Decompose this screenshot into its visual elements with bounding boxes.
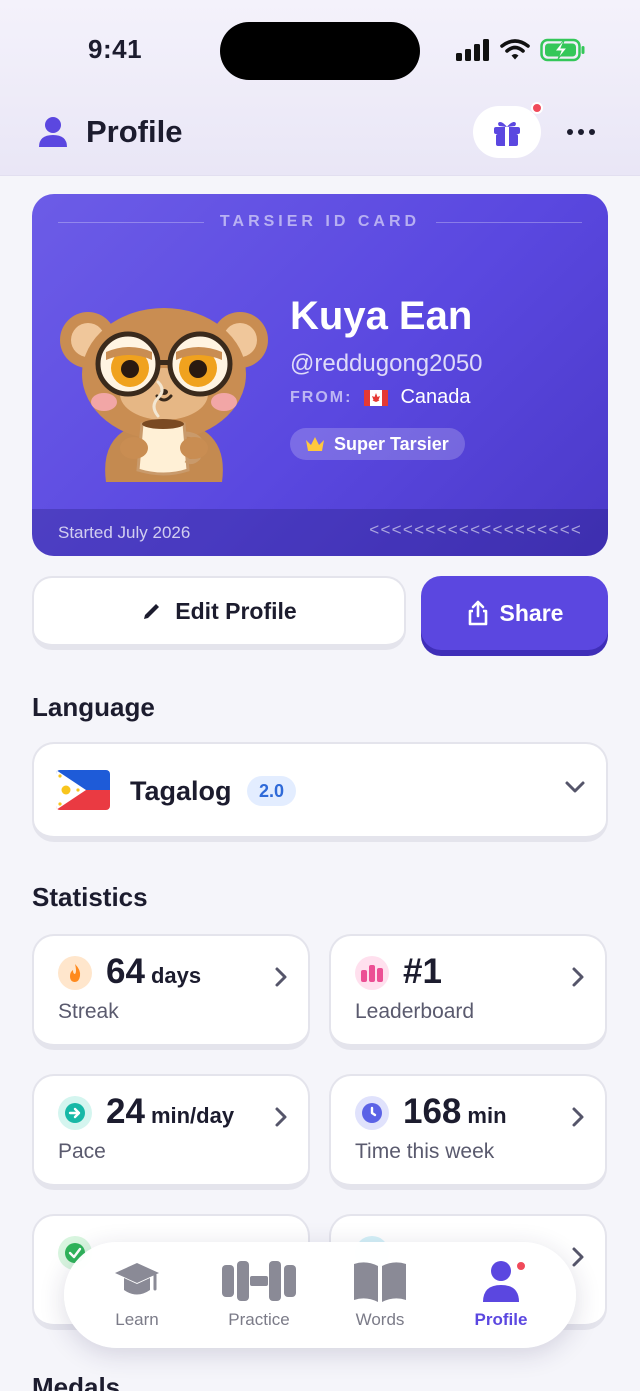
country-name: Canada: [400, 386, 471, 408]
machine-readable-zone: <<<<<<<<<<<<<<<<<<<: [369, 522, 582, 541]
cellular-signal-icon: [456, 39, 489, 61]
stat-number: 64: [106, 952, 145, 991]
notification-dot: [515, 1260, 527, 1272]
page-title: Profile: [86, 114, 183, 149]
from-label: FROM:: [290, 388, 353, 406]
arrow-right-circle-icon: [58, 1096, 92, 1130]
medals-section-title: Medals: [32, 1372, 121, 1391]
clock-icon: [355, 1096, 389, 1130]
canada-flag-icon: [364, 389, 389, 406]
stat-number: 168: [403, 1092, 462, 1131]
stat-label: Streak: [58, 1000, 119, 1023]
stat-number: #1: [403, 952, 442, 991]
stat-card-streak[interactable]: 64 days Streak: [32, 934, 310, 1050]
id-card-title: TARSIER ID CARD: [219, 213, 421, 230]
stat-card-pace[interactable]: 24 min/day Pace: [32, 1074, 310, 1190]
more-dot-icon: [578, 129, 584, 135]
header: Profile: [0, 100, 640, 166]
tab-learn[interactable]: Learn: [82, 1256, 192, 1336]
tier-badge: Super Tarsier: [290, 428, 465, 460]
tarsier-mascot-icon: [60, 308, 268, 482]
dynamic-island: [220, 22, 420, 80]
chevron-down-icon: [565, 781, 585, 793]
battery-charging-icon: [540, 38, 585, 62]
bottom-tab-bar: Learn Practice Words Profile: [64, 1242, 576, 1348]
tab-practice[interactable]: Practice: [204, 1256, 314, 1336]
philippines-flag-icon: [56, 770, 110, 810]
chevron-right-icon: [275, 1107, 287, 1127]
stat-label: Leaderboard: [355, 1000, 475, 1023]
tab-label: Practice: [228, 1310, 290, 1329]
gift-icon: [494, 121, 520, 146]
stat-number: 24: [106, 1092, 145, 1131]
tab-label: Profile: [474, 1310, 528, 1329]
crown-icon: [306, 437, 324, 451]
profile-username: @reddugong2050: [290, 350, 483, 377]
tier-label: Super Tarsier: [334, 433, 449, 454]
flame-icon: [58, 956, 92, 990]
more-options-button[interactable]: [562, 114, 600, 150]
divider: [58, 221, 204, 223]
pencil-icon: [144, 604, 160, 619]
chevron-right-icon: [572, 1247, 584, 1267]
edit-profile-button[interactable]: Edit Profile: [32, 576, 406, 650]
stat-label: Time this week: [355, 1140, 495, 1163]
more-dot-icon: [567, 129, 573, 135]
id-card-header: TARSIER ID CARD: [58, 212, 582, 232]
status-bar: 9:41: [0, 0, 640, 100]
graduation-cap-icon: [113, 1256, 161, 1306]
language-selector[interactable]: Tagalog 2.0: [32, 742, 608, 842]
chevron-right-icon: [572, 967, 584, 987]
language-name: Tagalog: [130, 776, 232, 806]
stat-value: 168 min: [403, 1092, 507, 1132]
country-row: FROM: Canada: [290, 386, 471, 409]
stat-unit: min/day: [150, 1103, 235, 1128]
stat-value: #1: [403, 952, 448, 992]
notification-dot: [531, 102, 543, 114]
stat-card-leaderboard[interactable]: #1 Leaderboard: [329, 934, 607, 1050]
leaderboard-icon: [355, 956, 389, 990]
person-icon: [39, 117, 67, 147]
tab-label: Words: [355, 1310, 405, 1329]
profile-name: Kuya Ean: [290, 294, 473, 338]
stat-label: Pace: [58, 1140, 106, 1163]
statistics-section-title: Statistics: [32, 882, 148, 912]
id-card: TARSIER ID CARD Kuya Ean @reddugong2050 …: [32, 194, 608, 556]
stat-card-time-this-week[interactable]: 168 min Time this week: [329, 1074, 607, 1190]
edit-profile-label: Edit Profile: [175, 597, 297, 624]
share-label: Share: [499, 599, 564, 626]
gift-button[interactable]: [473, 102, 543, 158]
language-version-badge: 2.0: [247, 776, 297, 806]
divider: [436, 221, 582, 223]
status-time: 9:41: [88, 34, 143, 64]
stat-unit: min: [467, 1103, 507, 1128]
chevron-right-icon: [572, 1107, 584, 1127]
start-date: Started July 2026: [58, 523, 191, 542]
wifi-icon: [500, 39, 530, 60]
chevron-right-icon: [275, 967, 287, 987]
share-icon: [468, 600, 487, 626]
stat-unit: days: [150, 963, 202, 988]
stat-value: 24 min/day: [106, 1092, 234, 1132]
id-card-footer: Started July 2026 <<<<<<<<<<<<<<<<<<<: [32, 509, 608, 556]
tab-profile[interactable]: Profile: [446, 1256, 556, 1336]
tab-label: Learn: [115, 1310, 159, 1329]
dumbbell-icon: [222, 1256, 296, 1306]
person-icon: [481, 1256, 527, 1306]
book-icon: [352, 1256, 408, 1306]
tab-words[interactable]: Words: [325, 1256, 435, 1336]
language-section-title: Language: [32, 692, 155, 722]
stat-value: 64 days: [106, 952, 201, 992]
more-dot-icon: [589, 129, 595, 135]
status-icons: [456, 38, 586, 62]
share-button[interactable]: Share: [421, 576, 608, 650]
